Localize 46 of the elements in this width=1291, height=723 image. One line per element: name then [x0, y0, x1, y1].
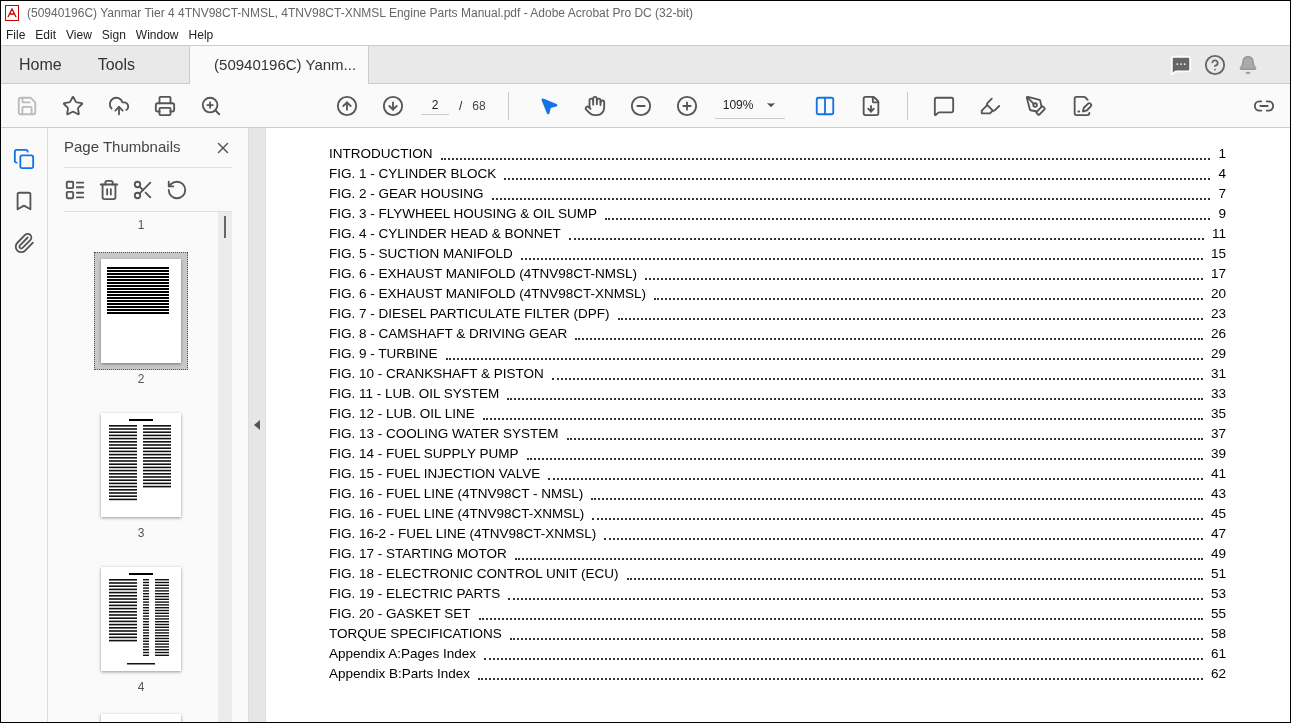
toc-entry[interactable]: FIG. 7 - DIESEL PARTICULATE FILTER (DPF) 23 — [329, 304, 1226, 324]
toc-entry[interactable]: FIG. 1 - CYLINDER BLOCK 4 — [329, 164, 1226, 184]
toc-entry[interactable]: FIG. 2 - GEAR HOUSING 7 — [329, 184, 1226, 204]
toc-entry[interactable]: FIG. 16 - FUEL LINE (4TNV98CT - NMSL) 43 — [329, 484, 1226, 504]
toc-entry[interactable]: FIG. 3 - FLYWHEEL HOUSING & OIL SUMP 9 — [329, 204, 1226, 224]
toc-entry[interactable]: FIG. 15 - FUEL INJECTION VALVE 41 — [329, 464, 1226, 484]
page-number-field[interactable]: 2 — [421, 96, 449, 115]
nav-tab[interactable]: Tools — [79, 46, 154, 83]
page-label: 2 — [137, 371, 145, 388]
page-separator: / — [459, 97, 463, 115]
toc-entry[interactable]: FIG. 10 - CRANKSHAFT & PISTON 31 — [329, 364, 1226, 384]
toc-entry[interactable]: FIG. 6 - EXHAUST MANIFOLD (4TNV98CT-NMSL) 17 — [329, 264, 1226, 284]
page-label: 4 — [137, 679, 145, 696]
toc-entry[interactable]: FIG. 16 - FUEL LINE (4TNV98CT-XNMSL) 45 — [329, 504, 1226, 524]
nav-tab[interactable]: Home — [1, 46, 80, 83]
toc-entry[interactable]: FIG. 4 - CYLINDER HEAD & BONNET 11 — [329, 224, 1226, 244]
zoom-dropdown[interactable]: 109% — [714, 92, 785, 119]
toc-entry[interactable]: FIG. 19 - ELECTRIC PARTS 53 — [329, 584, 1226, 604]
toc-entry[interactable]: FIG. 17 - STARTING MOTOR 49 — [329, 544, 1226, 564]
menu-item[interactable]: Window — [130, 26, 184, 44]
menu-item[interactable]: File — [1, 26, 31, 44]
toc-entry[interactable]: FIG. 9 - TURBINE 29 — [329, 344, 1226, 364]
toc-entry[interactable]: FIG. 6 - EXHAUST MANIFOLD (4TNV98CT-XNMSL) 20 — [329, 284, 1226, 304]
toc-entry[interactable]: FIG. 18 - ELECTRONIC CONTROL UNIT (ECU) 51 — [329, 564, 1226, 584]
toc-entry[interactable]: FIG. 20 - GASKET SET 55 — [329, 604, 1226, 624]
toc-entry[interactable]: Appendix B:Parts Index 62 — [329, 664, 1226, 684]
toc-entry[interactable]: INTRODUCTION 1 — [329, 144, 1226, 164]
menu-item[interactable]: Help — [183, 26, 219, 44]
panel-title: Page Thumbnails — [64, 137, 181, 158]
toc-entry[interactable]: FIG. 5 - SUCTION MANIFOLD 15 — [329, 244, 1226, 264]
page-label: 1 — [137, 217, 145, 234]
page-count: 68 — [472, 97, 486, 115]
toc-entry[interactable]: FIG. 11 - LUB. OIL SYSTEM 33 — [329, 384, 1226, 404]
toc-entry[interactable]: FIG. 14 - FUEL SUPPLY PUMP 39 — [329, 444, 1226, 464]
window-title: (50940196C) Yanmar Tier 4 4TNV98CT-NMSL, 4TNV98CT-XNMSL Engine Parts Manual.pdf - Adobe Acrobat Pro DC (32-bit) — [27, 5, 694, 22]
toc-entry[interactable]: FIG. 12 - LUB. OIL LINE 35 — [329, 404, 1226, 424]
toc-entry[interactable]: FIG. 8 - CAMSHAFT & DRIVING GEAR 26 — [329, 324, 1226, 344]
menu-item[interactable]: Sign — [96, 26, 131, 44]
menu-item[interactable]: View — [61, 26, 97, 44]
document-tab[interactable]: (50940196C) Yanm... — [189, 46, 370, 84]
page-label: 3 — [137, 525, 145, 542]
toc-entry[interactable]: TORQUE SPECIFICATIONS 58 — [329, 624, 1226, 644]
toc-entry[interactable]: FIG. 13 - COOLING WATER SYSTEM 37 — [329, 424, 1226, 444]
toc-entry[interactable]: FIG. 16-2 - FUEL LINE (4TNV98CT-XNMSL) 47 — [329, 524, 1226, 544]
menu-item[interactable]: Edit — [30, 26, 62, 44]
toc-entry[interactable]: Appendix A:Pages Index 61 — [329, 644, 1226, 664]
